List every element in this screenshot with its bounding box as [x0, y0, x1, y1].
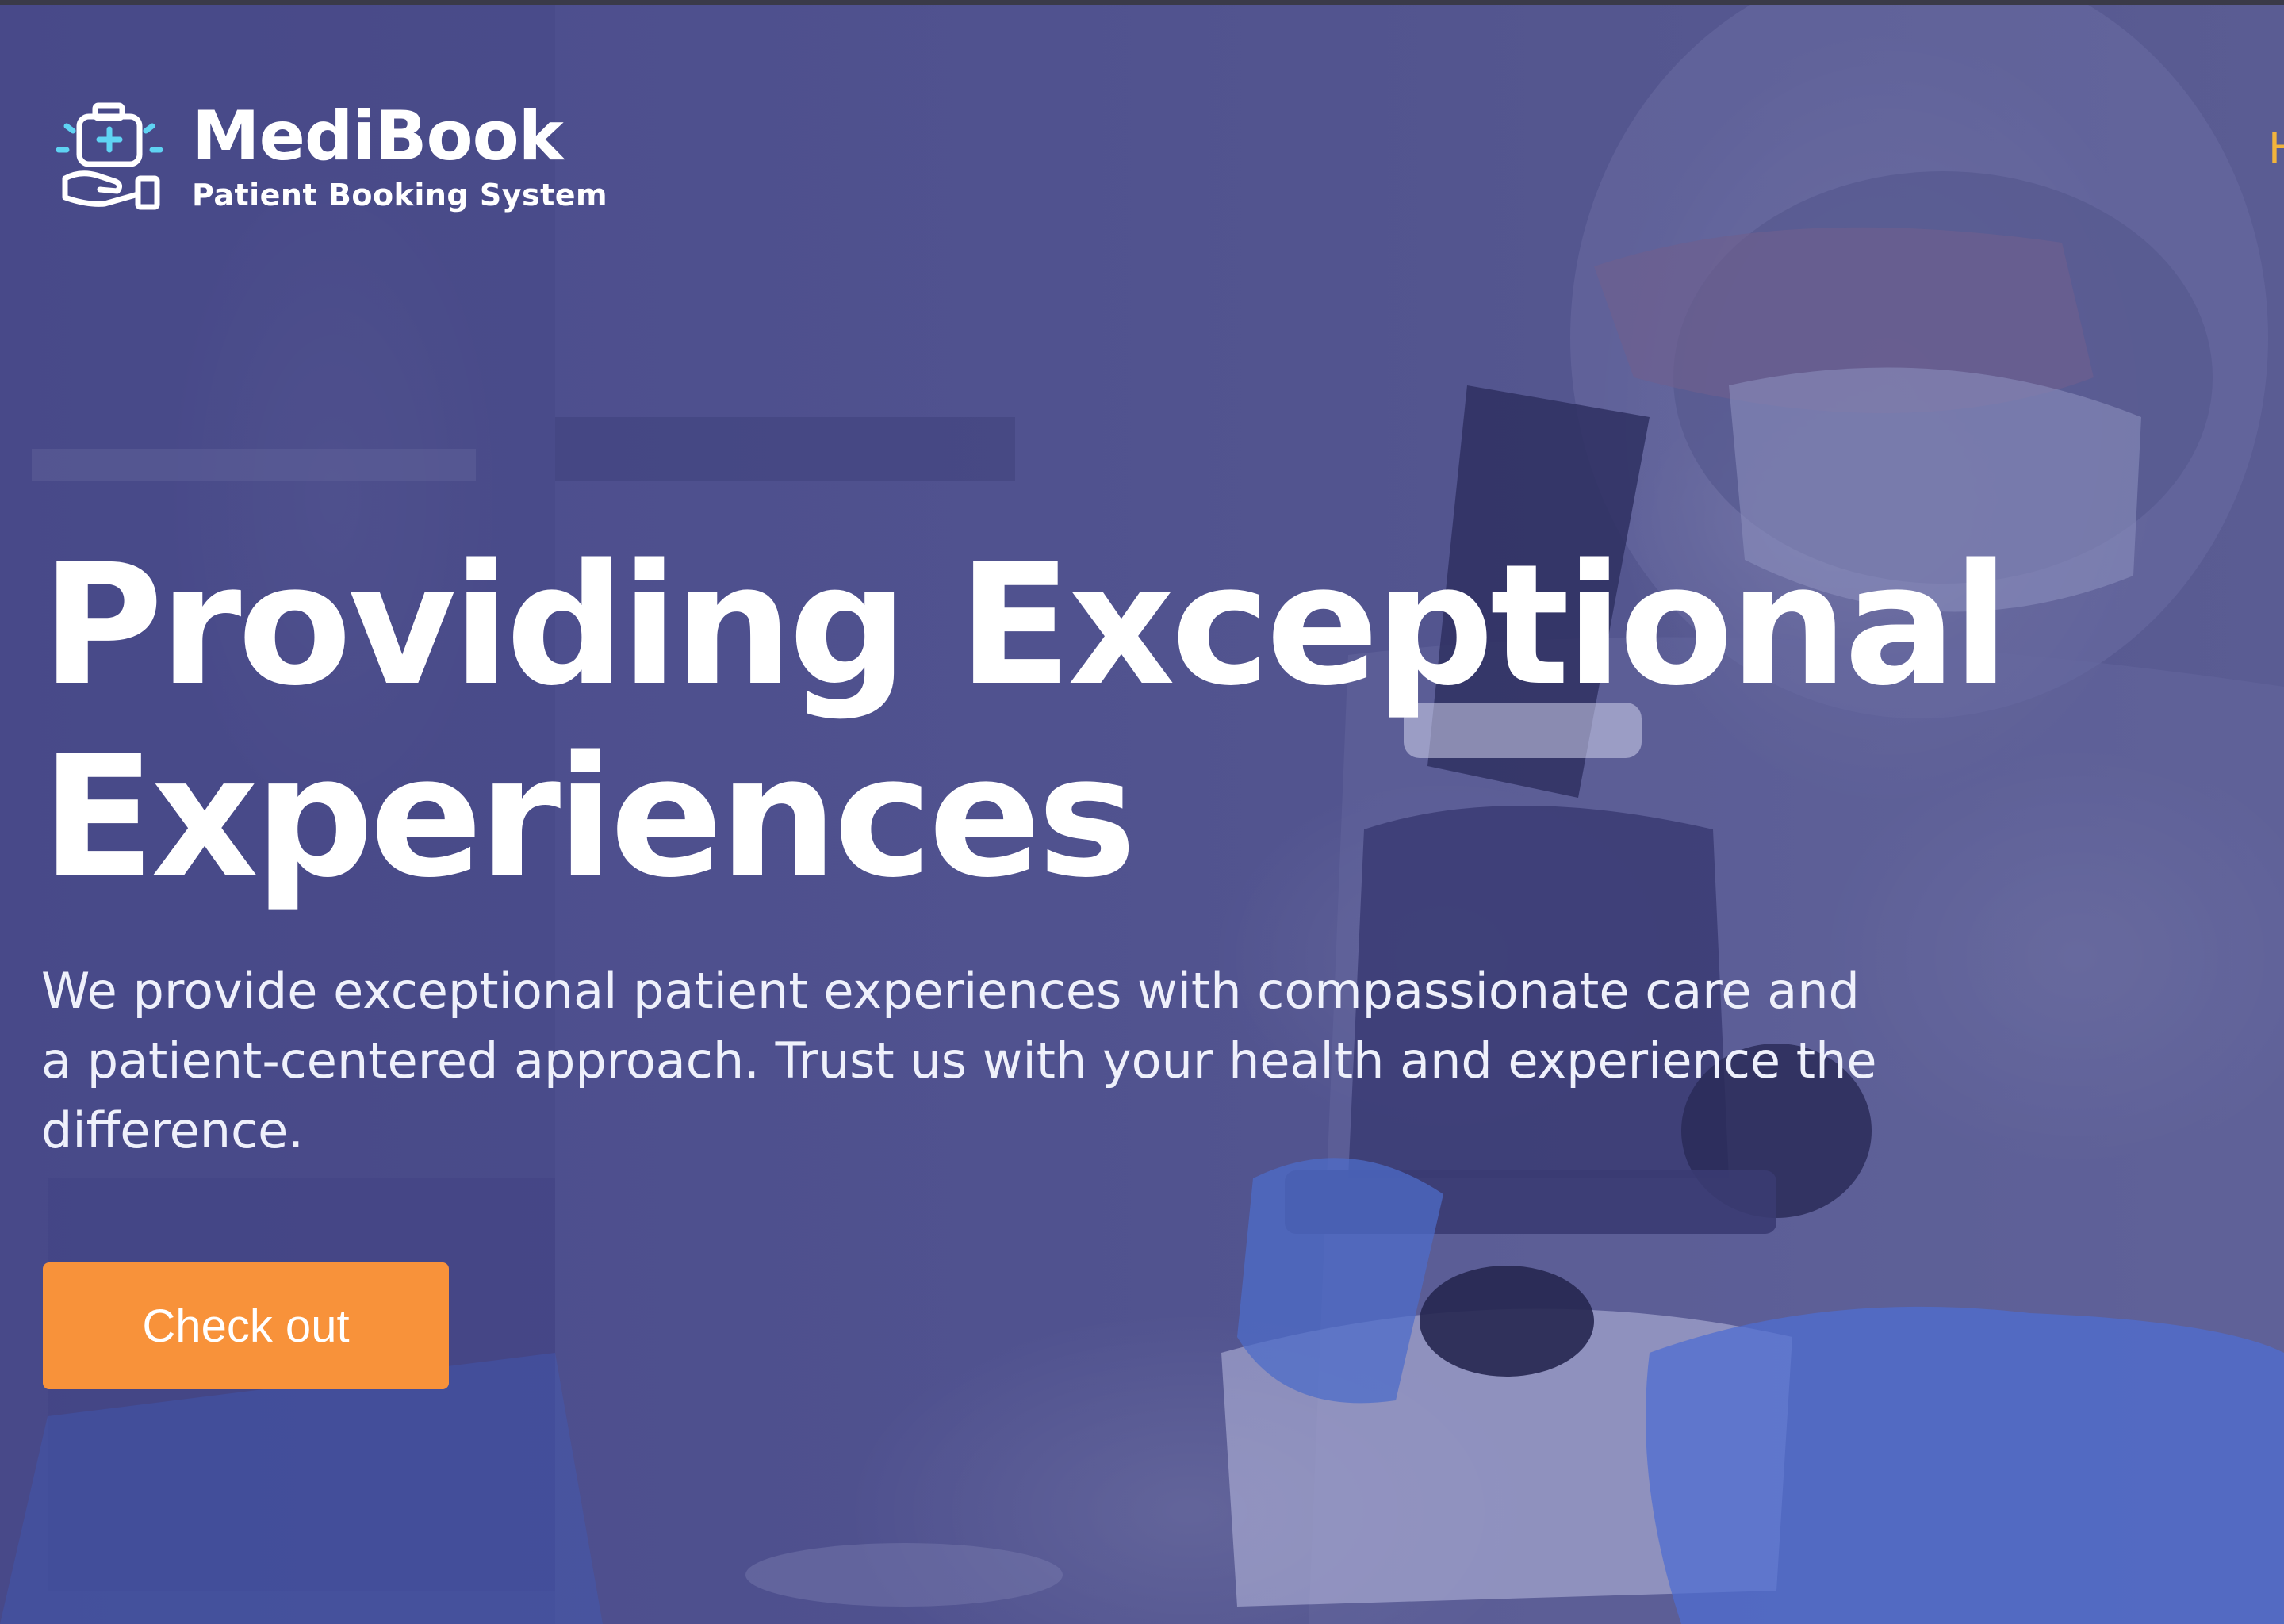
- medical-kit-hand-icon: [56, 102, 163, 210]
- brand-name: MediBook: [192, 97, 564, 176]
- check-out-button[interactable]: Check out: [43, 1262, 449, 1389]
- hero-section: MediBook Patient Booking System H Provid…: [0, 5, 2284, 1624]
- brand-text: MediBook Patient Booking System: [192, 98, 607, 213]
- brand-logo[interactable]: MediBook Patient Booking System: [56, 98, 607, 213]
- nav-link-home[interactable]: H: [2268, 124, 2284, 174]
- hero-headline: Providing Exceptional Experiences: [41, 528, 2010, 914]
- hero-description: We provide exceptional patient experienc…: [41, 962, 1877, 1159]
- brand-tagline: Patient Booking System: [192, 178, 608, 213]
